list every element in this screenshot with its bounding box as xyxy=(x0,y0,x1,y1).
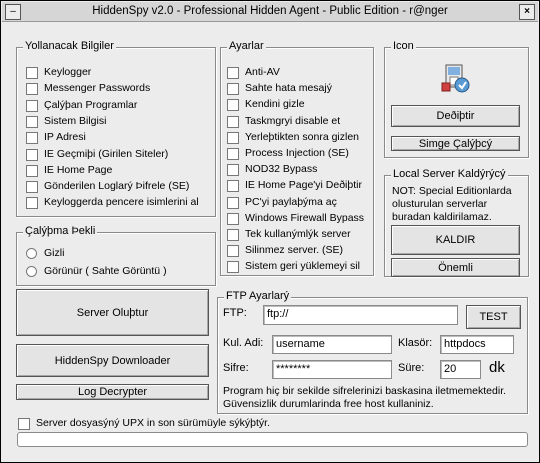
checkbox-label: Sahte hata mesajý xyxy=(245,82,332,95)
simulate-icon-button[interactable]: Simge Çalýþcý xyxy=(391,136,520,151)
settings-group-legend: Ayarlar xyxy=(227,40,266,52)
checkbox-label: Çalýþan Programlar xyxy=(44,98,138,111)
checkbox-box[interactable] xyxy=(26,148,38,161)
checkbox-box[interactable] xyxy=(26,197,38,210)
info-group-legend: Yollanacak Bilgiler xyxy=(23,40,116,52)
title-bar: – HiddenSpy v2.0 - Professional Hidden A… xyxy=(2,2,538,22)
checkbox-box[interactable] xyxy=(18,418,30,430)
checkbox-box[interactable] xyxy=(227,212,239,225)
radio-circle[interactable] xyxy=(26,248,37,259)
progress-bar xyxy=(17,432,528,447)
checkbox-box[interactable] xyxy=(227,83,239,96)
radio-circle[interactable] xyxy=(26,266,37,277)
checkbox-label: IE Home Page xyxy=(44,163,113,176)
checkbox-box[interactable] xyxy=(26,164,38,177)
radio-label: Gizli xyxy=(44,247,65,259)
checkbox-box[interactable] xyxy=(227,67,239,79)
checkbox-box[interactable] xyxy=(227,115,239,128)
ftp-label: FTP: xyxy=(223,307,247,319)
checkbox-label: Yerleþtikten sonra gizlen xyxy=(245,130,360,143)
checkbox-box[interactable] xyxy=(227,229,239,241)
folder-input[interactable]: httpdocs xyxy=(440,335,514,354)
checkbox-box[interactable] xyxy=(26,99,38,112)
checkbox-label: Taskmgryi disable et xyxy=(245,114,341,127)
installer-icon xyxy=(438,61,472,95)
time-label: Süre: xyxy=(398,362,425,374)
checkbox-label: Anti-AV xyxy=(245,66,280,78)
checkbox-box[interactable] xyxy=(26,67,38,79)
icon-group: Icon Deðiþtir Simge Çalýþcý xyxy=(384,40,529,158)
checkbox-label: PC'yi paylaþýma aç xyxy=(245,195,337,208)
remover-group-legend: Local Server Kaldýrýcý xyxy=(391,168,508,180)
folder-label: Klasör: xyxy=(398,337,433,349)
checkbox-box[interactable] xyxy=(227,245,239,258)
mode-group-legend: Çalýþma Þekli xyxy=(23,225,98,237)
checkbox-box[interactable] xyxy=(26,115,38,128)
checkbox-box[interactable] xyxy=(227,148,239,160)
checkbox-box[interactable] xyxy=(227,180,239,193)
checkbox-label: Silinmez server. (SE) xyxy=(245,244,344,257)
ftp-group-legend: FTP Ayarlarý xyxy=(224,290,292,302)
checkbox-label: IE Geçmiþi (Girilen Siteler) xyxy=(44,147,169,160)
checkbox-label: Windows Firewall Bypass xyxy=(245,211,365,224)
checkbox-label: Keyloggerda pencere isimlerini al xyxy=(44,196,199,209)
password-input[interactable]: ******** xyxy=(272,360,392,379)
window-title: HiddenSpy v2.0 - Professional Hidden Age… xyxy=(92,5,448,17)
ftp-warning: Program hiç bir sekilde sifrelerinizi ba… xyxy=(223,385,507,410)
remove-button[interactable]: KALDIR xyxy=(391,225,520,255)
password-label: Sifre: xyxy=(223,362,249,374)
info-group: Yollanacak Bilgiler Keylogger Messenger P… xyxy=(16,40,216,217)
checkbox-label: Process Injection (SE) xyxy=(245,147,349,159)
time-input[interactable]: 20 xyxy=(440,360,481,379)
checkbox-box[interactable] xyxy=(227,261,239,274)
checkbox-box[interactable] xyxy=(227,99,239,112)
icon-group-legend: Icon xyxy=(391,40,416,52)
log-decrypter-button[interactable]: Log Decrypter xyxy=(16,384,209,400)
remover-group: Local Server Kaldýrýcý NOT: Special Edit… xyxy=(384,168,529,277)
create-server-button[interactable]: Server Oluþtur xyxy=(16,289,209,336)
checkbox-label: Kendini gizle xyxy=(245,98,305,111)
user-label: Kul. Adi: xyxy=(223,337,264,349)
ftp-test-button[interactable]: TEST xyxy=(466,305,521,329)
checkbox-box[interactable] xyxy=(26,181,38,194)
checkbox-label: NOD32 Bypass xyxy=(245,163,318,176)
checkbox-label: Keylogger xyxy=(44,66,92,78)
checkbox-label: Sistem Bilgisi xyxy=(44,114,107,127)
checkbox-box[interactable] xyxy=(26,132,38,145)
important-button[interactable]: Önemli xyxy=(391,258,520,277)
checkbox-box[interactable] xyxy=(227,196,239,209)
checkbox-label: Tek kullanýmlýk server xyxy=(245,228,351,240)
radio-label: Görünür ( Sahte Görüntü ) xyxy=(44,265,167,277)
upx-label: Server dosyasýný UPX in son sürümüyle sý… xyxy=(36,417,271,429)
close-button[interactable]: × xyxy=(519,4,535,20)
checkbox-label: Sistem geri yüklemeyi sil xyxy=(245,260,360,273)
checkbox-label: Messenger Passwords xyxy=(44,82,151,95)
time-unit: dk xyxy=(489,359,505,376)
checkbox-label: Gönderilen Loglarý Þifrele (SE) xyxy=(44,180,190,193)
username-input[interactable]: username xyxy=(272,335,392,354)
downloader-button[interactable]: HiddenSpy Downloader xyxy=(16,344,209,377)
remover-note: NOT: Special Editionlarda olusturulan se… xyxy=(392,185,512,223)
mode-group: Çalýþma Þekli Gizli Görünür ( Sahte Görü… xyxy=(16,225,216,286)
main-window: – HiddenSpy v2.0 - Professional Hidden A… xyxy=(0,0,540,463)
ftp-group: FTP Ayarlarý FTP: ftp:// TEST Kul. Adi: … xyxy=(217,290,528,414)
checkbox-box[interactable] xyxy=(26,83,38,96)
checkbox-box[interactable] xyxy=(227,131,239,144)
checkbox-label: IP Adresi xyxy=(44,131,86,144)
settings-group: Ayarlar Anti-AV Sahte hata mesajý Kendini … xyxy=(220,40,374,276)
checkbox-label: IE Home Page'yi Deðiþtir xyxy=(245,179,362,192)
change-icon-button[interactable]: Deðiþtir xyxy=(391,105,520,127)
checkbox-box[interactable] xyxy=(227,164,239,177)
ftp-host-input[interactable]: ftp:// xyxy=(263,305,458,325)
